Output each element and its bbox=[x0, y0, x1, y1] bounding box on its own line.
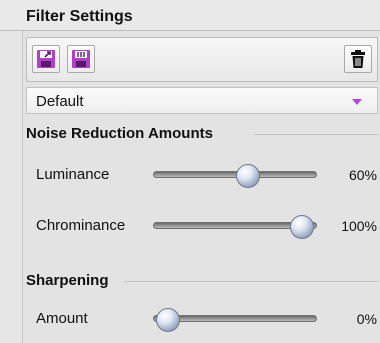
panel-header: Filter Settings bbox=[0, 0, 380, 31]
delete-preset-button[interactable] bbox=[344, 45, 372, 73]
preset-select[interactable]: Default bbox=[26, 87, 378, 114]
preset-select-value: Default bbox=[36, 93, 84, 110]
section-divider bbox=[253, 134, 378, 135]
luminance-value: 60% bbox=[348, 167, 377, 183]
chrominance-slider-thumb[interactable] bbox=[290, 215, 314, 239]
floppy-export-icon bbox=[72, 50, 90, 68]
preset-toolbar bbox=[26, 37, 378, 82]
amount-label: Amount bbox=[36, 310, 88, 327]
export-preset-button[interactable] bbox=[67, 45, 95, 73]
sharpening-amount-slider-thumb[interactable] bbox=[156, 308, 180, 332]
panel-title: Filter Settings bbox=[26, 8, 133, 25]
luminance-label: Luminance bbox=[36, 166, 110, 183]
floppy-import-icon bbox=[37, 50, 55, 68]
luminance-slider[interactable] bbox=[153, 164, 317, 188]
chrominance-slider[interactable] bbox=[153, 215, 317, 239]
amount-value: 0% bbox=[356, 311, 377, 327]
chrominance-value: 100% bbox=[341, 218, 377, 234]
trash-icon bbox=[351, 50, 365, 68]
sharpening-heading: Sharpening bbox=[26, 272, 109, 289]
chrominance-label: Chrominance bbox=[36, 217, 126, 234]
noise-reduction-heading: Noise Reduction Amounts bbox=[26, 125, 213, 142]
sharpening-amount-slider[interactable] bbox=[153, 308, 317, 332]
import-preset-button[interactable] bbox=[32, 45, 60, 73]
section-divider bbox=[124, 281, 378, 282]
dropdown-arrow-icon bbox=[352, 99, 362, 105]
